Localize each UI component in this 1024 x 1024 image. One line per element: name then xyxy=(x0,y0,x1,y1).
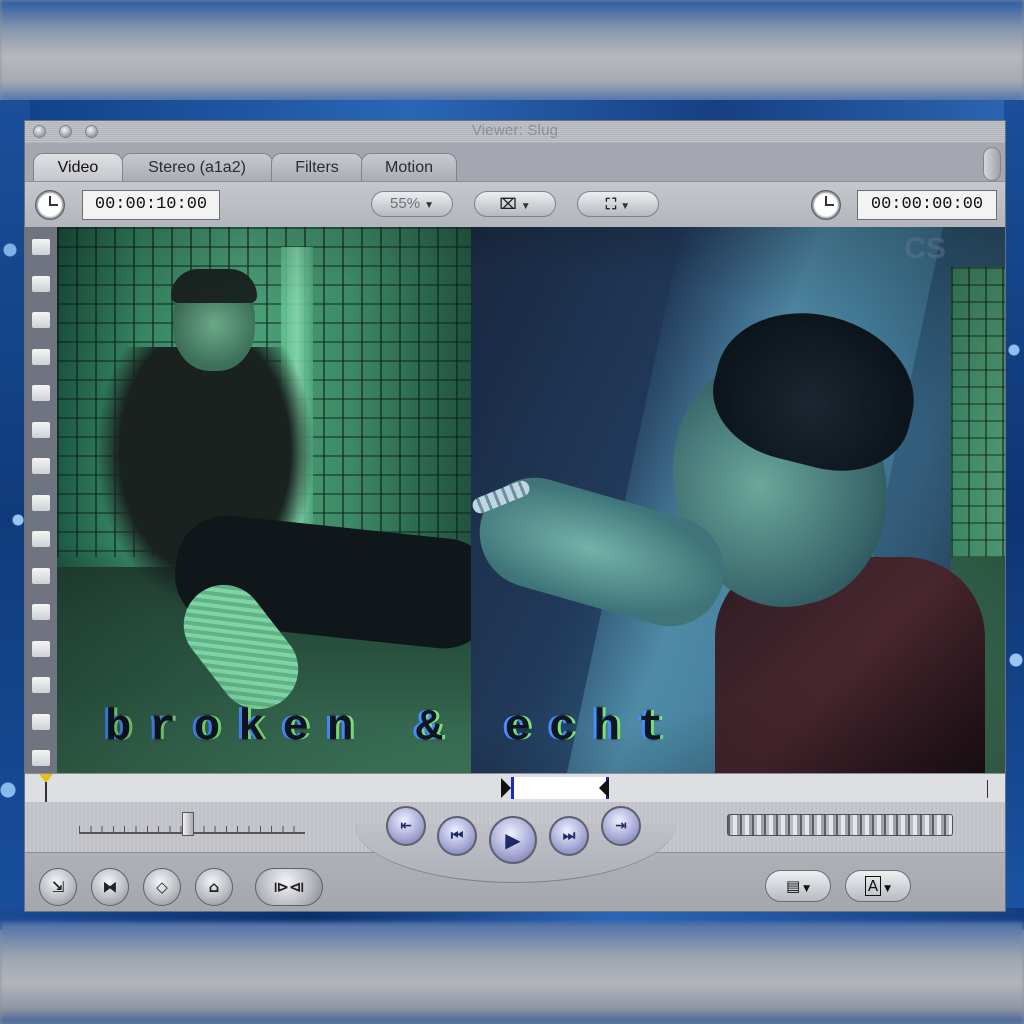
duration-clock-icon xyxy=(35,190,65,220)
film-sprocket-strip xyxy=(25,227,57,773)
generators-popup[interactable]: A ▼ xyxy=(845,870,911,902)
sprocket-hole xyxy=(32,677,50,693)
video-person-hair xyxy=(171,269,257,303)
tab-stereo[interactable]: Stereo (a1a2) xyxy=(121,153,273,181)
background-bottom-blur xyxy=(0,922,1024,1024)
video-fence-right xyxy=(951,267,1005,557)
scrubber-bar[interactable] xyxy=(25,773,1005,803)
play-around-button[interactable]: ⏭ xyxy=(549,816,589,856)
background-right xyxy=(1004,100,1024,930)
viewer-controls: 00:00:10:00 55% ▼ ⌧ ▼ ⛶ ▼ 00:00:00:00 xyxy=(25,181,1005,229)
prev-edit-button[interactable]: ⇤ xyxy=(386,806,426,846)
sprocket-hole xyxy=(32,604,50,620)
out-point-marker[interactable] xyxy=(599,778,609,798)
jog-control[interactable] xyxy=(727,814,953,836)
recent-clips-popup[interactable]: ▤ ▼ xyxy=(765,870,831,902)
video-canvas[interactable]: CS broken & echt xyxy=(25,227,1005,773)
viewer-window: Viewer: Slug Video Stereo (a1a2) Filters… xyxy=(24,120,1006,912)
in-out-range[interactable] xyxy=(511,777,609,799)
view-options-icon: ⌧ xyxy=(499,195,517,213)
chevron-down-icon: ▼ xyxy=(424,200,434,211)
overlay-popup[interactable]: ⛶ ▼ xyxy=(577,191,659,217)
add-marker-button[interactable]: ⌂ xyxy=(195,868,233,906)
sprocket-hole xyxy=(32,713,50,730)
recent-clips-icon: ▤ xyxy=(785,877,801,895)
sprocket-hole xyxy=(32,348,50,365)
chevron-down-icon: ▼ xyxy=(803,884,811,894)
add-keyframe-button[interactable]: ◇ xyxy=(143,868,181,906)
transport-controls: ⇤ ⏮ ▶ ⏭ ⇥ ⇲ ⧓ ◇ ⌂ ⧐⧏ ▤ ▼ A ▼ xyxy=(25,802,1005,911)
zoom-popup[interactable]: 55% ▼ xyxy=(371,191,453,217)
sprocket-hole xyxy=(32,385,50,401)
sprocket-hole xyxy=(32,239,50,255)
chevron-down-icon: ▼ xyxy=(620,201,631,212)
end-marker xyxy=(987,780,988,798)
match-frame-button[interactable]: ⇲ xyxy=(39,868,77,906)
background-strip-top xyxy=(0,100,1024,122)
shuttle-slider-knob[interactable] xyxy=(182,812,194,836)
current-time-clock-icon xyxy=(811,190,841,220)
watermark-logo: CS xyxy=(904,232,946,265)
zoom-label: 55% xyxy=(390,195,421,212)
tab-bar: Video Stereo (a1a2) Filters Motion xyxy=(25,143,1005,181)
sprocket-hole xyxy=(32,458,50,474)
playhead[interactable] xyxy=(39,774,53,802)
view-options-popup[interactable]: ⌧ ▼ xyxy=(474,191,556,217)
generators-icon: A xyxy=(864,876,882,896)
tab-scroll-icon[interactable] xyxy=(983,147,1001,181)
mark-clip-button[interactable]: ⧓ xyxy=(91,868,129,906)
chevron-down-icon: ▼ xyxy=(520,201,531,212)
sprocket-hole xyxy=(32,531,50,547)
chevron-down-icon: ▼ xyxy=(884,884,892,894)
sprocket-hole xyxy=(32,567,50,584)
play-in-to-out-button[interactable]: ⏮ xyxy=(437,816,477,856)
tab-filters[interactable]: Filters xyxy=(271,153,363,181)
play-button[interactable]: ▶ xyxy=(489,816,537,864)
window-title: Viewer: Slug xyxy=(471,122,559,139)
background-top-blur xyxy=(0,0,1024,102)
mark-in-out-button[interactable]: ⧐⧏ xyxy=(255,868,323,906)
title-bar[interactable]: Viewer: Slug xyxy=(25,121,1005,144)
sprocket-hole xyxy=(32,750,50,766)
duration-timecode-field[interactable]: 00:00:10:00 xyxy=(82,190,220,220)
sprocket-hole xyxy=(32,494,50,511)
sprocket-hole xyxy=(32,275,50,292)
tab-motion[interactable]: Motion xyxy=(361,153,457,181)
current-timecode-field[interactable]: 00:00:00:00 xyxy=(857,190,997,220)
sprocket-hole xyxy=(32,421,50,438)
in-point-marker[interactable] xyxy=(501,778,511,798)
next-edit-button[interactable]: ⇥ xyxy=(601,806,641,846)
tab-video[interactable]: Video xyxy=(33,153,123,181)
video-caption: broken & echt xyxy=(105,703,683,753)
sprocket-hole xyxy=(32,640,50,657)
overlay-icon: ⛶ xyxy=(605,195,617,213)
sprocket-hole xyxy=(32,312,50,328)
